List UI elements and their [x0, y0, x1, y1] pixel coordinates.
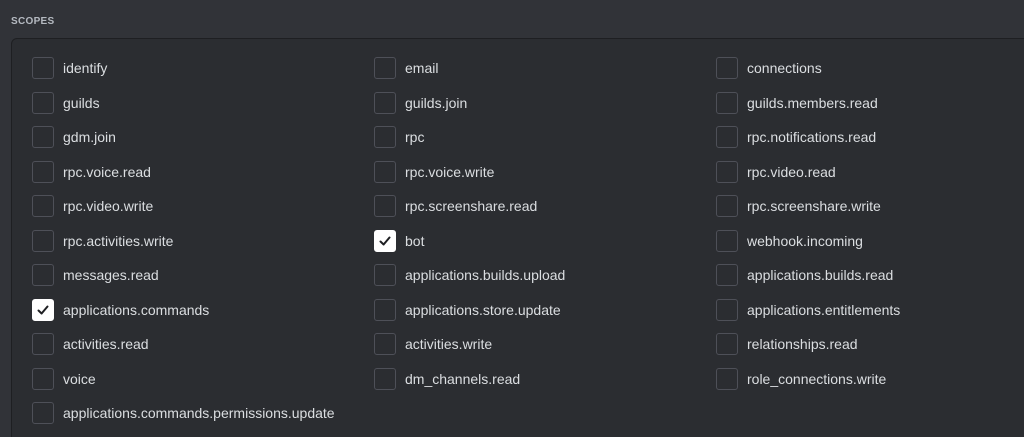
scope-checkbox-applications-builds-upload[interactable]: applications.builds.upload — [374, 258, 716, 293]
checkbox-box[interactable] — [716, 264, 738, 287]
scopes-grid: identify email connections guilds guilds.joi… — [32, 51, 1024, 431]
scope-checkbox-rpc-voice-read[interactable]: rpc.voice.read — [32, 155, 374, 190]
checkbox-box[interactable] — [32, 333, 54, 356]
checkbox-box[interactable] — [32, 229, 54, 252]
scope-label: rpc — [405, 129, 425, 146]
scope-label: rpc.voice.write — [405, 163, 495, 180]
scope-checkbox-gdm-join[interactable]: gdm.join — [32, 120, 374, 155]
checkbox-box[interactable] — [716, 126, 738, 149]
scope-checkbox-applications-builds-read[interactable]: applications.builds.read — [716, 258, 1024, 293]
scope-label: guilds — [63, 94, 100, 111]
scope-label: activities.read — [63, 336, 149, 353]
checkbox-box[interactable] — [32, 367, 54, 390]
checkbox-box[interactable] — [32, 195, 54, 218]
scope-label: applications.builds.upload — [405, 267, 566, 284]
checkbox-box[interactable] — [374, 333, 396, 356]
scope-label: email — [405, 60, 439, 77]
scope-label: rpc.screenshare.write — [747, 198, 881, 215]
scope-checkbox-rpc-voice-write[interactable]: rpc.voice.write — [374, 155, 716, 190]
scope-label: rpc.video.write — [63, 198, 154, 215]
scope-label: guilds.join — [405, 94, 468, 111]
scope-checkbox-dm-channels-read[interactable]: dm_channels.read — [374, 362, 716, 397]
scope-checkbox-applications-commands[interactable]: applications.commands — [32, 293, 374, 328]
scope-checkbox-rpc-notifications-read[interactable]: rpc.notifications.read — [716, 120, 1024, 155]
scope-checkbox-applications-store-update[interactable]: applications.store.update — [374, 293, 716, 328]
checkbox-box[interactable] — [374, 229, 396, 252]
scope-label: rpc.activities.write — [63, 232, 174, 249]
scope-label: applications.builds.read — [747, 267, 894, 284]
checkbox-box[interactable] — [32, 298, 54, 321]
scope-label: gdm.join — [63, 129, 116, 146]
checkbox-box[interactable] — [716, 160, 738, 183]
scope-label: activities.write — [405, 336, 493, 353]
scope-checkbox-webhook-incoming[interactable]: webhook.incoming — [716, 224, 1024, 259]
checkbox-box[interactable] — [374, 367, 396, 390]
scope-checkbox-activities-write[interactable]: activities.write — [374, 327, 716, 362]
scope-label: role_connections.write — [747, 370, 887, 387]
checkbox-box[interactable] — [716, 298, 738, 321]
checkmark-icon — [37, 305, 49, 315]
checkbox-box[interactable] — [32, 264, 54, 287]
scope-label: bot — [405, 232, 425, 249]
scope-label: guilds.members.read — [747, 94, 878, 111]
scope-label: rpc.voice.read — [63, 163, 151, 180]
checkbox-box[interactable] — [32, 402, 54, 425]
scope-checkbox-rpc-screenshare-write[interactable]: rpc.screenshare.write — [716, 189, 1024, 224]
scope-checkbox-applications-entitlements[interactable]: applications.entitlements — [716, 293, 1024, 328]
checkmark-icon — [379, 236, 391, 246]
scope-checkbox-guilds-members-read[interactable]: guilds.members.read — [716, 86, 1024, 121]
scopes-heading: SCOPES — [11, 16, 55, 27]
scope-label: identify — [63, 60, 108, 77]
scope-checkbox-activities-read[interactable]: activities.read — [32, 327, 374, 362]
scope-label: dm_channels.read — [405, 370, 521, 387]
checkbox-box[interactable] — [374, 298, 396, 321]
scope-checkbox-rpc[interactable]: rpc — [374, 120, 716, 155]
scope-checkbox-bot[interactable]: bot — [374, 224, 716, 259]
scope-label: rpc.notifications.read — [747, 129, 877, 146]
scope-checkbox-email[interactable]: email — [374, 51, 716, 86]
oauth2-scopes-section: SCOPES identify email connections guilds gui… — [0, 0, 1024, 437]
checkbox-box[interactable] — [716, 57, 738, 80]
scope-label: applications.commands.permissions.update — [63, 405, 335, 422]
checkbox-box[interactable] — [32, 126, 54, 149]
checkbox-box[interactable] — [374, 264, 396, 287]
scope-checkbox-connections[interactable]: connections — [716, 51, 1024, 86]
checkbox-box[interactable] — [716, 367, 738, 390]
checkbox-box[interactable] — [374, 91, 396, 114]
scope-checkbox-identify[interactable]: identify — [32, 51, 374, 86]
checkbox-box[interactable] — [716, 229, 738, 252]
scope-checkbox-rpc-activities-write[interactable]: rpc.activities.write — [32, 224, 374, 259]
scope-checkbox-rpc-video-read[interactable]: rpc.video.read — [716, 155, 1024, 190]
checkbox-box[interactable] — [374, 195, 396, 218]
scope-checkbox-guilds[interactable]: guilds — [32, 86, 374, 121]
scope-label: applications.entitlements — [747, 301, 901, 318]
scope-checkbox-messages-read[interactable]: messages.read — [32, 258, 374, 293]
scope-label: messages.read — [63, 267, 159, 284]
checkbox-box[interactable] — [716, 195, 738, 218]
scope-checkbox-applications-commands-permissions-update[interactable]: applications.commands.permissions.update — [32, 396, 374, 431]
scope-checkbox-rpc-screenshare-read[interactable]: rpc.screenshare.read — [374, 189, 716, 224]
checkbox-box[interactable] — [32, 91, 54, 114]
scope-checkbox-relationships-read[interactable]: relationships.read — [716, 327, 1024, 362]
checkbox-box[interactable] — [32, 160, 54, 183]
scope-checkbox-guilds-join[interactable]: guilds.join — [374, 86, 716, 121]
scope-label: rpc.video.read — [747, 163, 836, 180]
scope-checkbox-rpc-video-write[interactable]: rpc.video.write — [32, 189, 374, 224]
scope-checkbox-voice[interactable]: voice — [32, 362, 374, 397]
scope-label: rpc.screenshare.read — [405, 198, 538, 215]
checkbox-box[interactable] — [32, 57, 54, 80]
scope-label: applications.store.update — [405, 301, 561, 318]
scope-label: voice — [63, 370, 96, 387]
scope-label: applications.commands — [63, 301, 210, 318]
checkbox-box[interactable] — [374, 57, 396, 80]
scope-label: webhook.incoming — [747, 232, 863, 249]
checkbox-box[interactable] — [716, 333, 738, 356]
checkbox-box[interactable] — [716, 91, 738, 114]
scope-checkbox-role-connections-write[interactable]: role_connections.write — [716, 362, 1024, 397]
checkbox-box[interactable] — [374, 160, 396, 183]
scopes-panel: identify email connections guilds guilds.joi… — [11, 38, 1024, 437]
checkbox-box[interactable] — [374, 126, 396, 149]
scope-label: connections — [747, 60, 822, 77]
scope-label: relationships.read — [747, 336, 858, 353]
